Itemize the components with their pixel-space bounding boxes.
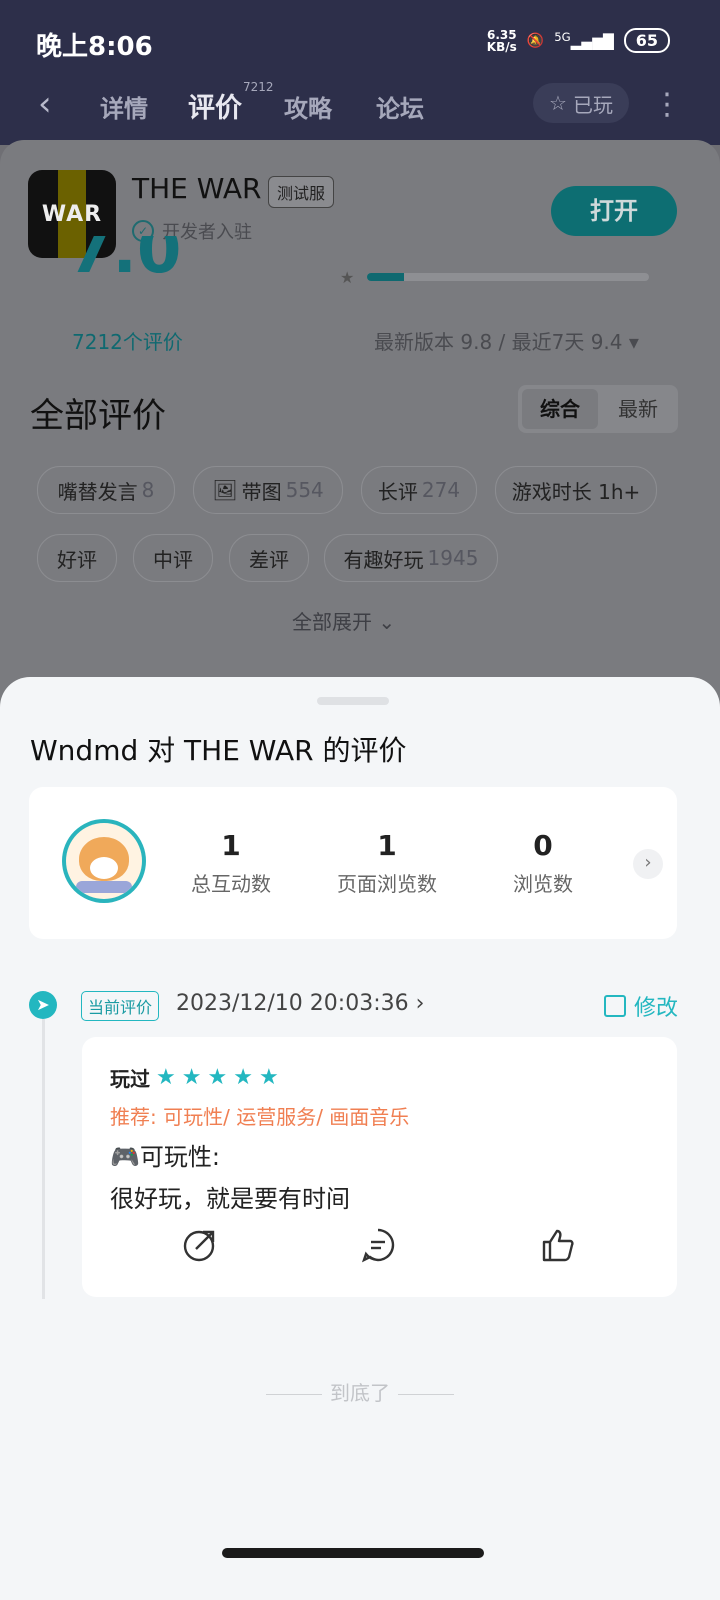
tab-reviews[interactable]: 评价: [188, 86, 242, 125]
stats-card[interactable]: 1 总互动数 1 页面浏览数 0 浏览数 ›: [29, 787, 677, 939]
share-icon[interactable]: [182, 1227, 218, 1263]
section-title: 全部评价: [30, 396, 166, 436]
status-icons: 6.35 KB/s 🔕 5G▂▄▆█ 65: [487, 28, 670, 53]
end-of-list: 到底了: [0, 1377, 720, 1406]
chevron-down-icon: ⌄: [378, 610, 396, 634]
more-vertical-icon[interactable]: ⋮: [652, 87, 682, 122]
filter-chip[interactable]: 好评: [37, 534, 117, 582]
star-icon: ★: [258, 1065, 279, 1090]
sheet-title: Wndmd 对 THE WAR 的评价: [30, 734, 407, 767]
version-score-dropdown[interactable]: 最新版本 9.8 / 最近7天 9.4 ▾: [374, 326, 639, 355]
edit-icon: [604, 995, 626, 1017]
timeline-line: [42, 1019, 45, 1299]
star-icon: ★: [181, 1065, 202, 1090]
edit-button[interactable]: 修改: [604, 990, 678, 1022]
tab-details[interactable]: 详情: [100, 89, 148, 124]
thumbs-up-icon[interactable]: [540, 1227, 576, 1263]
review-actions: [82, 1227, 677, 1277]
tab-forum[interactable]: 论坛: [376, 89, 424, 124]
recommend-tags: 推荐: 可玩性/ 运营服务/ 画面音乐: [110, 1105, 410, 1129]
star-outline-icon: ☆: [549, 91, 567, 115]
filter-chip[interactable]: 嘴替发言 8: [37, 466, 175, 514]
open-button[interactable]: 打开: [551, 186, 677, 236]
played-button[interactable]: ☆ 已玩: [533, 83, 629, 123]
review-body: 很好玩，就是要有时间: [110, 1185, 350, 1213]
star-icon: ★: [207, 1065, 228, 1090]
review-card[interactable]: 玩过 ★ ★ ★ ★ ★ 推荐: 可玩性/ 运营服务/ 画面音乐 🎮可玩性: 很…: [82, 1037, 677, 1297]
battery-icon: 65: [623, 28, 670, 53]
home-indicator[interactable]: [222, 1548, 484, 1558]
review-date[interactable]: 2023/12/10 20:03:36 ›: [176, 991, 424, 1016]
status-time: 晚上8:06: [36, 32, 153, 62]
image-icon: 🖼: [212, 478, 238, 502]
top-header: 晚上8:06 6.35 KB/s 🔕 5G▂▄▆█ 65 ‹ 详情 评价 721…: [0, 0, 720, 145]
test-server-badge: 测试服: [268, 176, 335, 208]
expand-all-button[interactable]: 全部展开 ⌄: [292, 606, 395, 635]
played-rating-row: 玩过 ★ ★ ★ ★ ★: [110, 1065, 279, 1091]
rating-distribution-bar: [367, 273, 649, 281]
back-arrow-icon[interactable]: ‹: [38, 85, 52, 123]
review-bottom-sheet: Wndmd 对 THE WAR 的评价 1 总互动数 1 页面浏览数 0 浏览数…: [0, 677, 720, 1600]
sheet-drag-handle[interactable]: [317, 697, 389, 705]
star-icon: ★: [340, 268, 355, 287]
app-name: THE WAR: [132, 172, 262, 205]
signal-icon: 5G▂▄▆█: [554, 30, 614, 51]
sort-comprehensive[interactable]: 综合: [522, 389, 598, 429]
overall-score: 7.0: [68, 236, 182, 286]
review-count[interactable]: 7212个评价: [72, 326, 183, 355]
net-speed: 6.35 KB/s: [486, 27, 517, 54]
avatar: [62, 819, 146, 903]
star-icon: ★: [233, 1065, 253, 1090]
filter-chip[interactable]: 🖼 带图 554: [193, 466, 343, 514]
current-review-tag: 当前评价: [81, 991, 160, 1021]
send-icon: ➤: [29, 991, 57, 1019]
chevron-right-icon[interactable]: ›: [633, 849, 663, 879]
filter-chip[interactable]: 有趣好玩 1945: [324, 534, 498, 582]
review-count-superscript: 7212: [243, 80, 274, 94]
mute-bell-icon: 🔕: [526, 32, 545, 49]
tab-guides[interactable]: 攻略: [284, 89, 332, 124]
stat-total-interactions: 1 总互动数: [191, 829, 271, 896]
filter-chip[interactable]: 游戏时长 1h+: [495, 466, 657, 514]
star-icon: ★: [156, 1065, 176, 1090]
review-heading: 🎮可玩性:: [110, 1143, 220, 1171]
top-nav: ‹ 详情 评价 7212 攻略 论坛 ☆ 已玩 ⋮: [0, 80, 720, 125]
sort-toggle: 综合 最新: [518, 385, 678, 433]
filter-chip[interactable]: 长评 274: [361, 466, 477, 514]
sort-latest[interactable]: 最新: [600, 385, 676, 433]
filter-chip[interactable]: 中评: [133, 534, 213, 582]
stat-views: 0 浏览数: [513, 829, 573, 896]
filter-chip[interactable]: 差评: [229, 534, 309, 582]
comment-icon[interactable]: [360, 1227, 396, 1263]
stat-page-views: 1 页面浏览数: [337, 829, 437, 896]
